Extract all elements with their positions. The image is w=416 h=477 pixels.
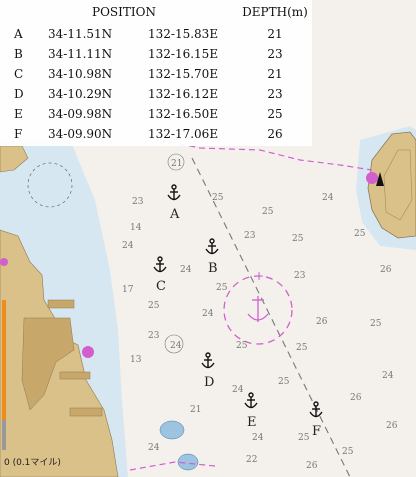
- depth-sounding: 26: [350, 393, 362, 403]
- pier: [69, 407, 103, 417]
- position-table-panel: POSITION DEPTH(m) A 34-11.51N 132-15.83E…: [0, 0, 312, 146]
- anchor-icon: [244, 392, 258, 409]
- depth-sounding: 21: [190, 405, 201, 415]
- row-lon: 132-15.83E: [148, 27, 219, 41]
- header-position: POSITION: [92, 5, 156, 19]
- row-depth: 26: [267, 127, 283, 141]
- row-id: C: [14, 67, 24, 81]
- depth-sounding: 25: [278, 377, 290, 387]
- depth-sounding: 24: [180, 265, 192, 275]
- anchor-label-f: F: [312, 424, 321, 439]
- depth-sounding: 24: [122, 241, 134, 251]
- buoy-icon: [366, 172, 378, 184]
- depth-sounding: 26: [386, 421, 398, 431]
- depth-sounding: 26: [306, 461, 318, 471]
- depth-sounding: 23: [294, 271, 306, 281]
- table-row: B 34-11.11N 132-16.15E 23: [0, 44, 312, 64]
- row-depth: 23: [267, 47, 283, 61]
- depth-sounding: 17: [122, 285, 134, 295]
- pier: [47, 299, 75, 309]
- table-row: A 34-11.51N 132-15.83E 21: [0, 24, 312, 44]
- row-depth: 21: [267, 67, 283, 81]
- row-id: B: [14, 47, 23, 61]
- scale-bar-gray: [2, 420, 6, 450]
- row-lat: 34-10.98N: [48, 67, 113, 81]
- row-lat: 34-11.51N: [48, 27, 113, 41]
- depth-sounding: 23: [244, 231, 256, 241]
- anchor-icon: [205, 238, 219, 255]
- anchor-icon: [309, 401, 323, 418]
- buoy-icon: [82, 346, 94, 358]
- scale-bar-orange: [2, 300, 6, 420]
- depth-sounding: 26: [380, 265, 392, 275]
- depth-sounding: 24: [232, 385, 244, 395]
- depth-sounding: 25: [212, 193, 224, 203]
- header-depth: DEPTH(m): [242, 5, 308, 19]
- depth-sounding: 24: [252, 433, 264, 443]
- row-id: A: [14, 27, 23, 41]
- depth-sounding: 21: [171, 159, 182, 169]
- table-row: F 34-09.90N 132-17.06E 26: [0, 124, 312, 144]
- depth-sounding: 25: [148, 301, 160, 311]
- depth-sounding: 24: [322, 193, 334, 203]
- row-id: F: [14, 127, 23, 141]
- anchor-markers: A B C D E F: [153, 184, 323, 439]
- row-lon: 132-16.12E: [148, 87, 219, 101]
- depth-sounding: 25: [236, 341, 248, 351]
- depth-sounding: 26: [316, 317, 328, 327]
- anchor-label-d: D: [204, 375, 214, 390]
- row-lat: 34-10.29N: [48, 87, 113, 101]
- row-depth: 21: [267, 27, 283, 41]
- row-lat: 34-09.90N: [48, 127, 113, 141]
- row-lon: 132-16.15E: [148, 47, 219, 61]
- anchorage-cross: +: [254, 269, 264, 283]
- anchorage-symbol-icon: [247, 296, 269, 322]
- buoy-icon: [0, 258, 8, 266]
- row-lat: 34-11.11N: [48, 47, 113, 61]
- depth-sounding: 25: [342, 447, 354, 457]
- depth-sounding: 23: [132, 197, 144, 207]
- depth-sounding: 22: [246, 455, 257, 465]
- anchor-icon: [167, 184, 181, 201]
- anchor-label-b: B: [208, 261, 218, 276]
- row-depth: 25: [267, 107, 283, 121]
- table-row: C 34-10.98N 132-15.70E 21: [0, 64, 312, 84]
- table-row: E 34-09.98N 132-16.50E 25: [0, 104, 312, 124]
- row-lon: 132-16.50E: [148, 107, 219, 121]
- depth-sounding: 25: [216, 283, 228, 293]
- table-header-row: POSITION DEPTH(m): [0, 0, 312, 24]
- shoal-patch: [159, 420, 185, 440]
- depth-sounding: 25: [370, 319, 382, 329]
- depth-sounding: 25: [292, 234, 304, 244]
- depth-sounding: 25: [296, 343, 308, 353]
- row-id: D: [14, 87, 24, 101]
- row-id: E: [14, 107, 23, 121]
- scale-caption: 0 (0.1マイル): [4, 458, 61, 468]
- depth-sounding: 25: [298, 433, 310, 443]
- row-lon: 132-17.06E: [148, 127, 219, 141]
- row-depth: 23: [267, 87, 283, 101]
- pier: [59, 371, 91, 380]
- restricted-boundary-south: [129, 461, 216, 471]
- depth-sounding: 25: [262, 207, 274, 217]
- anchor-label-c: C: [156, 279, 166, 294]
- anchor-label-e: E: [247, 415, 257, 430]
- table-row: D 34-10.29N 132-16.12E 23: [0, 84, 312, 104]
- depth-sounding: 13: [130, 355, 142, 365]
- depth-sounding: 24: [382, 371, 394, 381]
- depth-sounding: 23: [148, 331, 160, 341]
- anchor-label-a: A: [169, 207, 180, 222]
- row-lon: 132-15.70E: [148, 67, 219, 81]
- position-table: POSITION DEPTH(m) A 34-11.51N 132-15.83E…: [0, 0, 312, 144]
- depth-sounding: 24: [202, 309, 214, 319]
- row-lat: 34-09.98N: [48, 107, 113, 121]
- depth-sounding: 14: [130, 223, 142, 233]
- anchor-icon: [201, 352, 215, 369]
- anchor-icon: [153, 256, 167, 273]
- depth-sounding: 25: [354, 229, 366, 239]
- depth-sounding: 24: [148, 443, 160, 453]
- depth-sounding: 24: [170, 341, 182, 351]
